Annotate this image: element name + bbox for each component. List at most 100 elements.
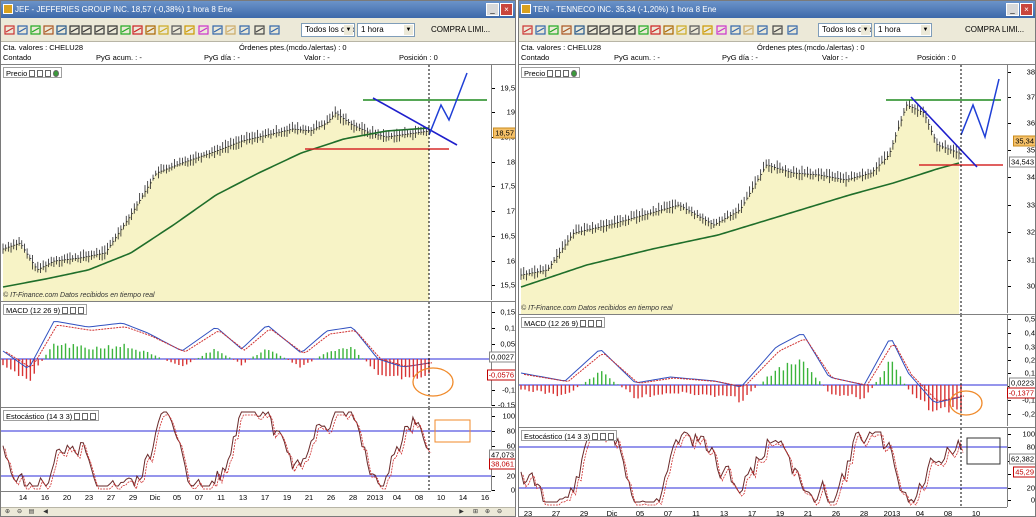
macd-axis[interactable]: 0,150,10,050-0,05-0,1-0,150,0027-0,0576: [486, 302, 515, 410]
wrench-icon[interactable]: [74, 413, 81, 420]
time-axis[interactable]: 14 16 20 23 27 29 Dic 05 07 11 13 17 19 21 26 28 2013 04 0…: [1, 491, 491, 503]
crosshair-icon[interactable]: [43, 24, 54, 36]
arrow-up-icon[interactable]: [120, 24, 131, 36]
zoom-fit-icon[interactable]: ⊞: [471, 508, 480, 516]
save-icon[interactable]: [757, 24, 768, 36]
chevron-down-icon[interactable]: ▼: [861, 25, 870, 35]
settings-icon[interactable]: [689, 24, 700, 36]
bell-icon[interactable]: [158, 24, 169, 36]
close-icon[interactable]: [596, 320, 603, 327]
palette-icon[interactable]: [716, 24, 727, 36]
line-icon[interactable]: [599, 24, 610, 36]
chart-scrollbar[interactable]: ⊕ ⊖ ▤ ◀ ▶ ⊞ ⊕ ⊖: [1, 507, 515, 516]
save-icon[interactable]: [239, 24, 250, 36]
window-titlebar[interactable]: JEF - JEFFERIES GROUP INC. 18,57 (-0,38%…: [1, 1, 515, 18]
close-icon[interactable]: [78, 307, 85, 314]
folder-icon[interactable]: [225, 24, 236, 36]
star-icon[interactable]: [184, 24, 195, 36]
macd-panel[interactable]: MACD (12 26 9) 0,150,10,050-0,05-0,1-0,1…: [1, 301, 515, 410]
wrench-icon[interactable]: [62, 307, 69, 314]
print-icon[interactable]: [772, 24, 783, 36]
time-axis[interactable]: 23 27 29 Dic 05 07 11 13 17 19 21 26 28 2013 04 08 10: [519, 507, 1007, 516]
order-type-select[interactable]: COMPRA LIMI...: [431, 23, 490, 37]
list-icon[interactable]: [212, 24, 223, 36]
open-icon[interactable]: [535, 24, 546, 36]
stochastic-axis[interactable]: 10080604020062,38245,29: [1007, 428, 1035, 507]
price-panel[interactable]: Precio © IT-Finance.com Datos recibidos …: [519, 64, 1035, 314]
bell-icon[interactable]: [676, 24, 687, 36]
window-titlebar[interactable]: TEN - TENNECO INC. 35,34 (-1,20%) 1 hora…: [519, 1, 1035, 18]
open-icon[interactable]: [17, 24, 28, 36]
print-icon[interactable]: ▤: [27, 508, 36, 516]
palette-icon[interactable]: [198, 24, 209, 36]
macd-plot[interactable]: [519, 315, 1007, 427]
chart-icon[interactable]: [522, 24, 533, 36]
minimize-button[interactable]: _: [486, 3, 499, 16]
wrench-icon[interactable]: [592, 433, 599, 440]
text-icon[interactable]: [69, 24, 80, 36]
arrow-down-icon[interactable]: [650, 24, 661, 36]
wrench-icon[interactable]: [29, 70, 36, 77]
scroll-right-icon[interactable]: ▶: [457, 508, 466, 516]
stochastic-panel[interactable]: Estocástico (14 3 3) 10080604020062,3824…: [519, 427, 1035, 508]
help-icon[interactable]: [787, 24, 798, 36]
star-icon[interactable]: [702, 24, 713, 36]
settings-icon[interactable]: [171, 24, 182, 36]
copy-icon[interactable]: [600, 433, 607, 440]
minimize-button[interactable]: _: [1006, 3, 1019, 16]
close-button[interactable]: ×: [1020, 3, 1033, 16]
arrow-down-icon[interactable]: [132, 24, 143, 36]
price-panel[interactable]: Precio © IT-Finance.com Datos recibidos …: [1, 64, 515, 301]
print-icon[interactable]: [254, 24, 265, 36]
chevron-down-icon[interactable]: ▼: [404, 25, 413, 35]
chevron-down-icon[interactable]: ▼: [921, 25, 930, 35]
close-icon[interactable]: [90, 413, 97, 420]
close-icon[interactable]: [563, 70, 570, 77]
fibonacci-icon[interactable]: [145, 24, 156, 36]
wrench-icon[interactable]: [580, 320, 587, 327]
line-icon[interactable]: [81, 24, 92, 36]
zoom-in-icon[interactable]: ⊕: [483, 508, 492, 516]
chart-window-ten[interactable]: TEN - TENNECO INC. 35,34 (-1,20%) 1 hora…: [518, 0, 1036, 517]
chart-window-jef[interactable]: JEF - JEFFERIES GROUP INC. 18,57 (-0,38%…: [0, 0, 516, 517]
close-button[interactable]: ×: [500, 3, 513, 16]
channel-icon[interactable]: [625, 24, 636, 36]
copy-icon[interactable]: [37, 70, 44, 77]
folder-icon[interactable]: [743, 24, 754, 36]
wrench-icon[interactable]: [547, 70, 554, 77]
close-icon[interactable]: [608, 433, 615, 440]
copy-icon[interactable]: [70, 307, 77, 314]
macd-axis[interactable]: 0,50,40,30,20,10-0,1-0,20,0223-0,1377: [1006, 315, 1035, 426]
copy-icon[interactable]: [82, 413, 89, 420]
channel-icon[interactable]: [107, 24, 118, 36]
macd-panel[interactable]: MACD (12 26 9) 0,50,40,30,20,10-0,1-0,20…: [519, 314, 1035, 427]
zoom-out-icon[interactable]: ⊖: [495, 508, 504, 516]
price-plot[interactable]: [1, 65, 491, 301]
zoom-icon[interactable]: [56, 24, 67, 36]
add-indicator-icon[interactable]: [53, 70, 60, 77]
arrow-up-icon[interactable]: [638, 24, 649, 36]
diagonal-icon[interactable]: [612, 24, 623, 36]
crosshair-icon[interactable]: [561, 24, 572, 36]
price-axis[interactable]: 19,51918,51817,51716,51615,518,57: [491, 65, 515, 300]
zoom-out-icon[interactable]: ⊖: [15, 508, 24, 516]
stochastic-axis[interactable]: 10080604020047,07338,061: [489, 408, 515, 495]
grid-icon[interactable]: [30, 24, 41, 36]
stochastic-panel[interactable]: Estocástico (14 3 3) 10080604020047,0733…: [1, 407, 515, 495]
zoom-in-icon[interactable]: ⊕: [3, 508, 12, 516]
data-range-select[interactable]: Todos los datos▼: [818, 23, 872, 37]
macd-plot[interactable]: [1, 302, 491, 407]
help-icon[interactable]: [269, 24, 280, 36]
add-indicator-icon[interactable]: [571, 70, 578, 77]
copy-icon[interactable]: [555, 70, 562, 77]
chart-icon[interactable]: [4, 24, 15, 36]
copy-icon[interactable]: [588, 320, 595, 327]
price-plot[interactable]: [519, 65, 1007, 314]
order-type-select[interactable]: COMPRA LIMI...: [965, 23, 1024, 37]
price-axis[interactable]: 38 37 36 35 34 33 32 31 30 35,34 34,543: [1007, 65, 1035, 313]
interval-select[interactable]: 1 hora ▼: [874, 23, 932, 37]
data-range-select[interactable]: Todos los datos▼: [301, 23, 355, 37]
chevron-down-icon[interactable]: ▼: [344, 25, 353, 35]
list-icon[interactable]: [730, 24, 741, 36]
scroll-left-icon[interactable]: ◀: [41, 508, 50, 516]
